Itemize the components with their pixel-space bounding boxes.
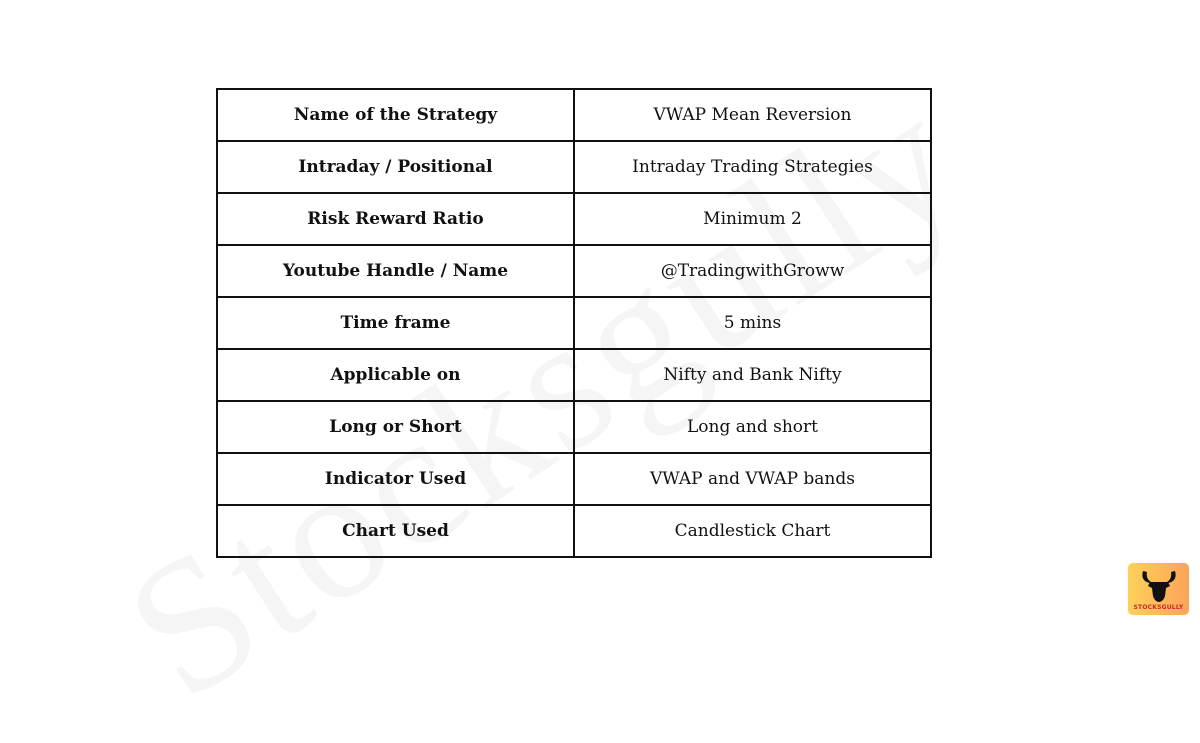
row-label: Chart Used [216,504,575,558]
row-value: Intraday Trading Strategies [573,140,932,194]
row-label: Applicable on [216,348,575,402]
row-value: VWAP Mean Reversion [573,88,932,142]
stocksgully-logo: STOCKSGULLY [1128,563,1189,615]
row-label: Risk Reward Ratio [216,192,575,246]
row-value: @TradingwithGroww [573,244,932,298]
logo-text: STOCKSGULLY [1133,604,1184,611]
row-value: Nifty and Bank Nifty [573,348,932,402]
table-row: Long or Short Long and short [216,400,932,454]
table-row: Chart Used Candlestick Chart [216,504,932,558]
row-label: Time frame [216,296,575,350]
table-row: Risk Reward Ratio Minimum 2 [216,192,932,246]
row-label: Intraday / Positional [216,140,575,194]
row-value: Minimum 2 [573,192,932,246]
row-label: Long or Short [216,400,575,454]
table-row: Youtube Handle / Name @TradingwithGroww [216,244,932,298]
bull-head-icon [1141,571,1176,602]
strategy-table: Name of the Strategy VWAP Mean Reversion… [216,88,932,558]
row-label: Youtube Handle / Name [216,244,575,298]
table-row: Time frame 5 mins [216,296,932,350]
table-row: Intraday / Positional Intraday Trading S… [216,140,932,194]
row-value: Long and short [573,400,932,454]
table-row: Applicable on Nifty and Bank Nifty [216,348,932,402]
row-label: Indicator Used [216,452,575,506]
row-value: Candlestick Chart [573,504,932,558]
table-row: Indicator Used VWAP and VWAP bands [216,452,932,506]
row-label: Name of the Strategy [216,88,575,142]
row-value: 5 mins [573,296,932,350]
row-value: VWAP and VWAP bands [573,452,932,506]
table-row: Name of the Strategy VWAP Mean Reversion [216,88,932,142]
